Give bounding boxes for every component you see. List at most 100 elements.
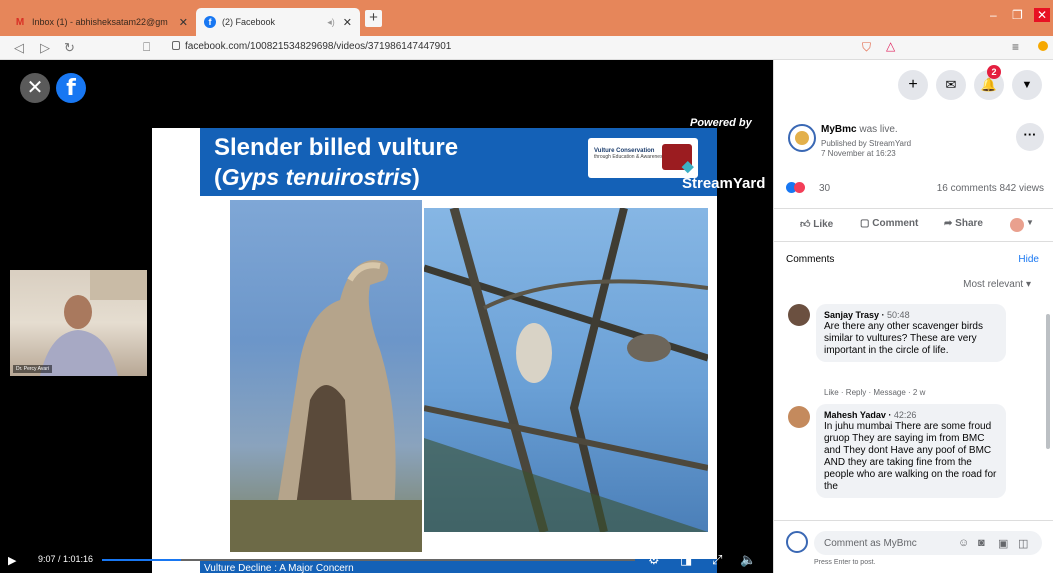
screen: M Inbox (1) - abhisheksatam22@gm ✕ f (2)…	[0, 0, 1053, 573]
menu-icon[interactable]: ≡	[1012, 40, 1019, 54]
back-icon[interactable]: ◁	[14, 40, 24, 56]
post-date[interactable]: 7 November at 16:23	[821, 149, 911, 159]
comment-text: In juhu mumbai There are some froud gruo…	[824, 421, 997, 492]
post-actions: 👍︎ Like ▢ Comment ➦ Share ▼	[774, 208, 1053, 242]
comment-list: Sanjay Trasy · 50:48 Are there any other…	[774, 298, 1044, 518]
close-video-button[interactable]: ✕	[20, 73, 50, 103]
video-time: 9:07 / 1:01:16	[38, 554, 94, 564]
streamyard-logo: ◆ StreamYard	[682, 158, 766, 192]
comment-author[interactable]: Sanjay Trasy	[824, 310, 879, 320]
forward-icon[interactable]: ▷	[40, 40, 50, 56]
love-reaction-icon	[794, 182, 805, 193]
reload-icon[interactable]: ↻	[64, 40, 75, 56]
powered-by-label: Powered by	[690, 117, 752, 129]
vulture-photo-left	[230, 200, 422, 552]
emoji-icon[interactable]: ☺	[958, 537, 969, 549]
hide-comments-link[interactable]: Hide	[1018, 254, 1039, 265]
rewards-icon[interactable]: △	[886, 39, 895, 53]
messenger-icon[interactable]: ✉	[936, 70, 966, 100]
volume-icon[interactable]: 🔈	[740, 552, 756, 568]
comment-timestamp[interactable]: 50:48	[887, 310, 910, 320]
caret-down-icon: ▾	[1025, 279, 1031, 290]
slide-title: Slender billed vulture	[214, 134, 459, 161]
close-tab-icon[interactable]: ✕	[343, 16, 352, 29]
post-stats: 30 16 comments 842 views	[786, 182, 1044, 198]
reactions[interactable]	[786, 182, 805, 194]
comment-author[interactable]: Mahesh Yadav	[824, 410, 886, 420]
facebook-icon: f	[204, 16, 216, 28]
minimize-button[interactable]: –	[990, 8, 997, 22]
streamyard-bird-icon: ◆	[682, 158, 694, 175]
play-icon[interactable]: ▶	[8, 554, 16, 567]
sticker-icon[interactable]: ◫	[1018, 537, 1028, 550]
like-button[interactable]: 👍︎ Like	[800, 218, 833, 230]
tab-facebook-label: (2) Facebook	[222, 17, 276, 27]
reaction-count[interactable]: 30	[819, 183, 830, 194]
presentation-slide: Slender billed vulture (Gyps tenuirostri…	[152, 128, 717, 573]
video-player[interactable]: ✕ f Slender billed vulture (Gyps tenuiro…	[0, 60, 773, 573]
comment-text: Are there any other scavenger birds simi…	[824, 321, 983, 356]
comment-button[interactable]: ▢ Comment	[860, 218, 918, 229]
bookmark-icon[interactable]: ⎕	[143, 40, 150, 55]
address-bar-row: ◁ ▷ ↻ ⎕ facebook.com/100821534829698/vid…	[0, 36, 1053, 60]
url-text: facebook.com/100821534829698/videos/3719…	[185, 41, 452, 52]
browser-tab-bar: M Inbox (1) - abhisheksatam22@gm ✕ f (2)…	[0, 0, 1053, 36]
comment-icon: ▢	[860, 218, 870, 229]
tab-gmail[interactable]: M Inbox (1) - abhisheksatam22@gm ✕	[6, 8, 196, 36]
notification-badge: 2	[987, 65, 1001, 79]
pip-icon[interactable]: ◨	[680, 552, 692, 568]
slide-header: Slender billed vulture (Gyps tenuirostri…	[200, 128, 717, 196]
my-avatar	[786, 531, 808, 553]
more-options-button[interactable]: ···	[1016, 123, 1044, 151]
tab-gmail-label: Inbox (1) - abhisheksatam22@gm	[32, 17, 168, 27]
close-window-button[interactable]: ✕	[1034, 8, 1051, 22]
progress-bar[interactable]	[102, 559, 635, 561]
maximize-button[interactable]: ❐	[1012, 8, 1023, 22]
facebook-logo-icon[interactable]: f	[56, 73, 86, 103]
account-chevron-down-icon[interactable]: ▼	[1012, 70, 1042, 100]
post-author: MyBmc was live.	[821, 124, 898, 135]
comment-timestamp[interactable]: 42:26	[894, 410, 917, 420]
share-icon: ➦	[944, 218, 953, 229]
post-panel: + ✉ 🔔 2 ▼ MyBmc was live. Published by S…	[773, 60, 1053, 573]
commenter-avatar[interactable]	[788, 406, 810, 428]
vulture-photo-right	[424, 208, 708, 532]
wallet-icon[interactable]	[1038, 41, 1048, 51]
settings-gear-icon[interactable]: ⚙	[648, 552, 660, 568]
progress-fill	[102, 559, 182, 561]
comments-views[interactable]: 16 comments 842 views	[937, 183, 1044, 194]
slide-subtitle: (Gyps tenuirostris)	[214, 164, 420, 190]
close-tab-icon[interactable]: ✕	[179, 16, 188, 29]
react-as-avatar[interactable]	[1010, 218, 1024, 232]
commenter-avatar[interactable]	[788, 304, 810, 326]
sort-comments-dropdown[interactable]: Most relevant ▾	[963, 279, 1031, 290]
comments-scrollbar[interactable]	[1045, 308, 1051, 518]
comment-actions[interactable]: Like · Reply · Message · 2 w	[824, 388, 925, 397]
presenter-name: Dr. Percy Avari	[13, 365, 52, 373]
gmail-icon: M	[15, 16, 25, 28]
comment-bubble: Sanjay Trasy · 50:48 Are there any other…	[816, 304, 1006, 362]
enter-hint: Press Enter to post.	[814, 559, 876, 566]
published-by: Published by StreamYard	[821, 139, 912, 148]
new-tab-button[interactable]: +	[365, 10, 382, 27]
brave-shield-icon[interactable]: ⛉	[862, 40, 871, 55]
comment-composer: ☺ ◙ ▣ ◫ Press Enter to post.	[774, 520, 1053, 573]
gif-icon[interactable]: ▣	[998, 537, 1008, 550]
page-avatar[interactable]	[788, 124, 816, 152]
url-field[interactable]: facebook.com/100821534829698/videos/3719…	[172, 41, 451, 52]
tab-facebook[interactable]: f (2) Facebook ◂) ✕	[196, 8, 360, 36]
page-name-link[interactable]: MyBmc	[821, 124, 857, 135]
react-as-chevron-icon[interactable]: ▼	[1026, 218, 1034, 227]
presenter-camera: Dr. Percy Avari	[10, 270, 147, 376]
comment-bubble: Mahesh Yadav · 42:26 In juhu mumbai Ther…	[816, 404, 1006, 498]
mute-icon[interactable]: ◂)	[327, 17, 335, 28]
video-controls: ▶ 9:07 / 1:01:16 ⚙ ◨ ⤢ 🔈	[0, 546, 773, 573]
camera-icon[interactable]: ◙	[978, 537, 985, 549]
post-meta: Published by StreamYard 7 November at 16…	[821, 139, 911, 159]
comments-heading: Comments	[786, 254, 835, 265]
lock-icon	[172, 41, 180, 50]
create-icon[interactable]: +	[898, 70, 928, 100]
top-icons: + ✉ 🔔 2 ▼	[774, 60, 1053, 108]
share-button[interactable]: ➦ Share	[944, 218, 983, 229]
fullscreen-icon[interactable]: ⤢	[712, 552, 722, 568]
